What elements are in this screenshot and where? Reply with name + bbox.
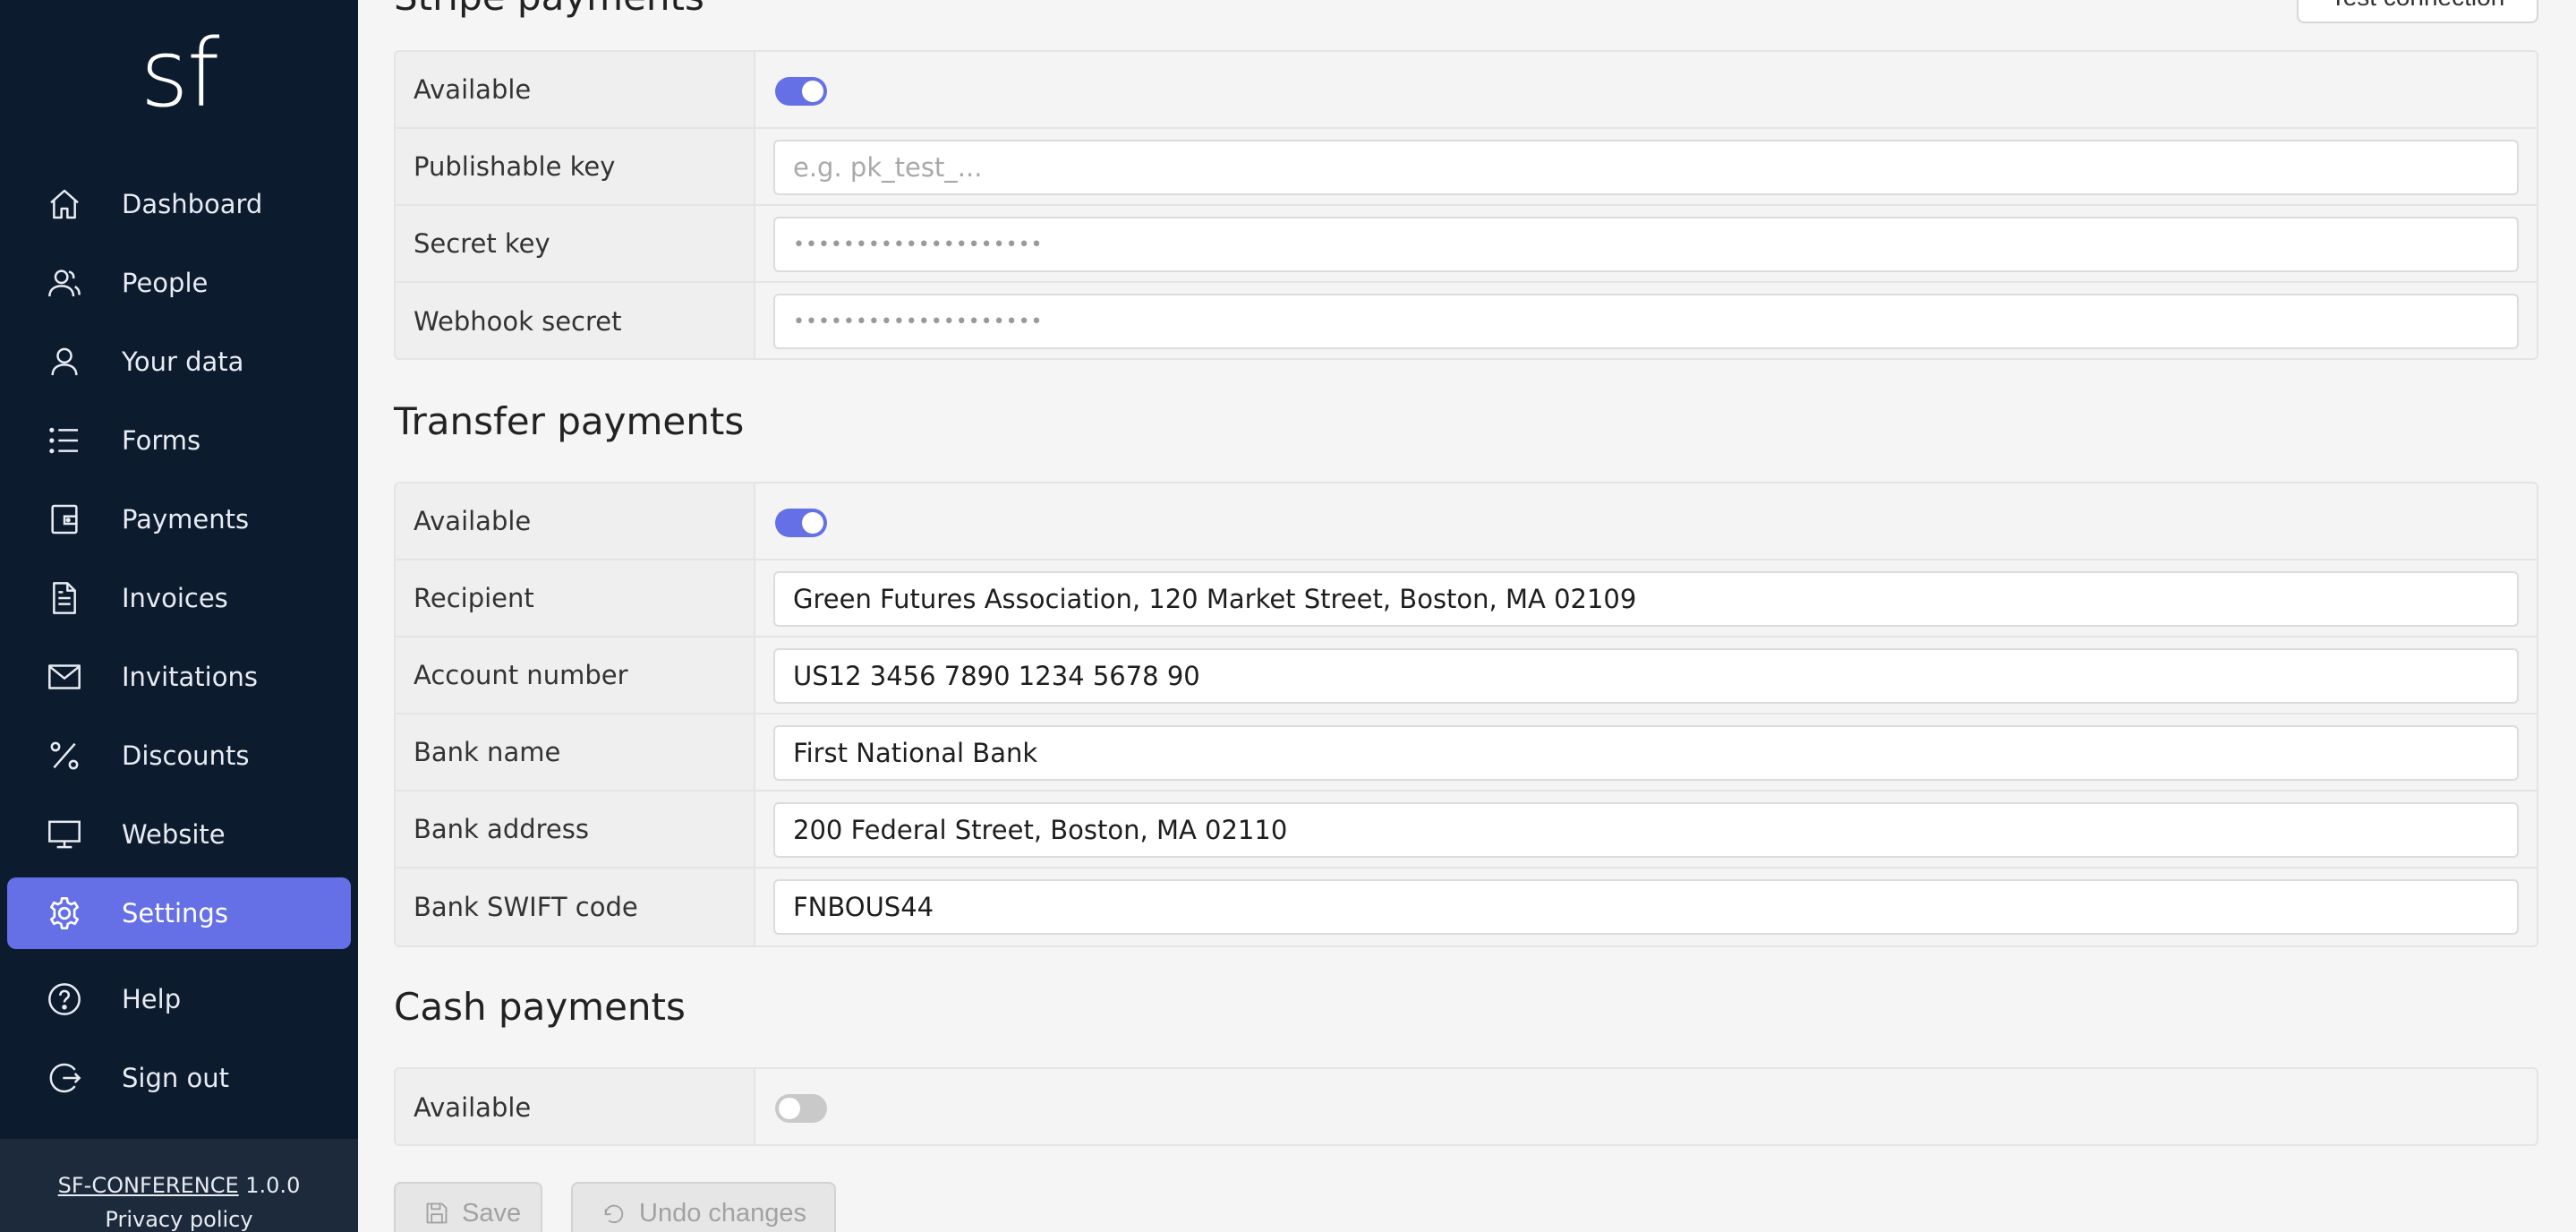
bank-name-input[interactable]: First National Bank bbox=[773, 725, 2519, 781]
sidebar-item-discounts[interactable]: Discounts bbox=[7, 720, 351, 791]
sidebar-item-label: Invoices bbox=[122, 583, 228, 613]
transfer-available-toggle[interactable] bbox=[775, 509, 827, 537]
field-label: Available bbox=[396, 1069, 755, 1144]
undo-changes-button[interactable]: Undo changes bbox=[571, 1182, 836, 1232]
sidebar-item-sign-out[interactable]: Sign out bbox=[7, 1042, 351, 1114]
stripe-panel: Available Publishable key Secret key •••… bbox=[394, 50, 2538, 360]
monitor-icon bbox=[47, 817, 82, 852]
user-icon bbox=[47, 344, 82, 380]
field-label: Webhook secret bbox=[396, 283, 755, 358]
envelope-icon bbox=[47, 659, 82, 695]
webhook-secret-input[interactable]: •••••••••••••••••••• bbox=[773, 294, 2519, 349]
sidebar-item-label: Website bbox=[122, 819, 226, 850]
home-icon bbox=[47, 186, 82, 222]
transfer-panel: Available Recipient Green Futures Associ… bbox=[394, 482, 2538, 947]
secret-key-input[interactable]: •••••••••••••••••••• bbox=[773, 217, 2519, 272]
account-number-row: Account number US12 3456 7890 1234 5678 … bbox=[396, 637, 2537, 714]
undo-label: Undo changes bbox=[639, 1198, 807, 1228]
stripe-publishable-key-row: Publishable key bbox=[396, 129, 2537, 206]
people-icon bbox=[47, 265, 82, 301]
sidebar-item-label: Sign out bbox=[122, 1063, 229, 1093]
stripe-available-toggle[interactable] bbox=[775, 77, 827, 106]
save-button[interactable]: Save bbox=[394, 1182, 542, 1232]
test-connection-button[interactable]: Test connection bbox=[2297, 0, 2538, 23]
sidebar-item-people[interactable]: People bbox=[7, 247, 351, 319]
sidebar-item-label: Discounts bbox=[122, 740, 250, 771]
sidebar-item-dashboard[interactable]: Dashboard bbox=[7, 168, 351, 240]
sidebar-item-label: Forms bbox=[122, 425, 201, 456]
document-icon bbox=[47, 580, 82, 616]
transfer-section-title: Transfer payments bbox=[394, 399, 745, 443]
version-text: 1.0.0 bbox=[245, 1173, 301, 1198]
cash-panel: Available bbox=[394, 1067, 2538, 1146]
sidebar-item-label: Help bbox=[122, 984, 182, 1014]
sidebar-item-website[interactable]: Website bbox=[7, 799, 351, 870]
gear-icon bbox=[47, 895, 82, 931]
bank-swift-row: Bank SWIFT code FNBOUS44 bbox=[396, 868, 2537, 945]
sidebar-item-help[interactable]: Help bbox=[7, 963, 351, 1035]
main-content: Stripe payments Test connection Availabl… bbox=[358, 0, 2576, 1232]
sign-out-icon bbox=[47, 1060, 82, 1096]
field-label: Bank name bbox=[396, 714, 755, 790]
brand-link[interactable]: SF-CONFERENCE bbox=[58, 1173, 239, 1198]
field-label: Recipient bbox=[396, 560, 755, 636]
field-label: Available bbox=[396, 483, 755, 559]
field-label: Bank SWIFT code bbox=[396, 868, 755, 945]
cash-available-toggle[interactable] bbox=[775, 1094, 827, 1123]
sidebar-item-forms[interactable]: Forms bbox=[7, 405, 351, 476]
list-icon bbox=[47, 423, 82, 458]
sidebar-item-payments[interactable]: Payments bbox=[7, 483, 351, 555]
sidebar-item-label: Payments bbox=[122, 504, 250, 535]
sidebar-item-invoices[interactable]: Invoices bbox=[7, 562, 351, 634]
sidebar-item-label: People bbox=[122, 268, 209, 298]
sidebar-item-settings[interactable]: Settings bbox=[7, 877, 351, 949]
recipient-input[interactable]: Green Futures Association, 120 Market St… bbox=[773, 571, 2519, 627]
sidebar-item-label: Dashboard bbox=[122, 189, 263, 219]
bank-name-row: Bank name First National Bank bbox=[396, 714, 2537, 791]
cash-section-title: Cash payments bbox=[394, 985, 686, 1029]
sidebar-item-your-data[interactable]: Your data bbox=[7, 326, 351, 398]
sidebar-item-label: Invitations bbox=[122, 662, 258, 692]
field-label: Bank address bbox=[396, 791, 755, 867]
sidebar-item-label: Your data bbox=[122, 346, 244, 377]
sidebar-item-label: Settings bbox=[122, 898, 228, 928]
save-icon bbox=[426, 1202, 448, 1224]
stripe-secret-key-row: Secret key •••••••••••••••••••• bbox=[396, 206, 2537, 283]
field-label: Account number bbox=[396, 637, 755, 713]
cash-available-row: Available bbox=[396, 1069, 2537, 1144]
bank-address-input[interactable]: 200 Federal Street, Boston, MA 02110 bbox=[773, 802, 2519, 858]
stripe-section-title: Stripe payments bbox=[394, 0, 704, 19]
stripe-webhook-secret-row: Webhook secret •••••••••••••••••••• bbox=[396, 283, 2537, 358]
sidebar-item-invitations[interactable]: Invitations bbox=[7, 641, 351, 713]
privacy-policy-link[interactable]: Privacy policy bbox=[105, 1207, 252, 1232]
sidebar-footer: SF-CONFERENCE 1.0.0 Privacy policy bbox=[0, 1139, 358, 1232]
version-line: SF-CONFERENCE 1.0.0 bbox=[0, 1173, 358, 1198]
account-number-input[interactable]: US12 3456 7890 1234 5678 90 bbox=[773, 648, 2519, 704]
field-label: Secret key bbox=[396, 206, 755, 281]
privacy-line: Privacy policy bbox=[0, 1207, 358, 1232]
field-label: Available bbox=[396, 52, 755, 127]
sidebar: sf Dashboard People Your data Forms Paym… bbox=[0, 0, 358, 1232]
undo-icon bbox=[604, 1204, 624, 1224]
wallet-icon bbox=[47, 501, 82, 537]
publishable-key-input[interactable] bbox=[773, 140, 2519, 195]
bank-swift-input[interactable]: FNBOUS44 bbox=[773, 879, 2519, 935]
percent-icon bbox=[47, 738, 82, 774]
help-icon bbox=[47, 981, 82, 1017]
bank-address-row: Bank address 200 Federal Street, Boston,… bbox=[396, 791, 2537, 868]
transfer-available-row: Available bbox=[396, 483, 2537, 560]
field-label: Publishable key bbox=[396, 129, 755, 204]
app-logo[interactable]: sf bbox=[0, 27, 358, 120]
stripe-available-row: Available bbox=[396, 52, 2537, 129]
save-label: Save bbox=[462, 1198, 522, 1228]
recipient-row: Recipient Green Futures Association, 120… bbox=[396, 560, 2537, 637]
